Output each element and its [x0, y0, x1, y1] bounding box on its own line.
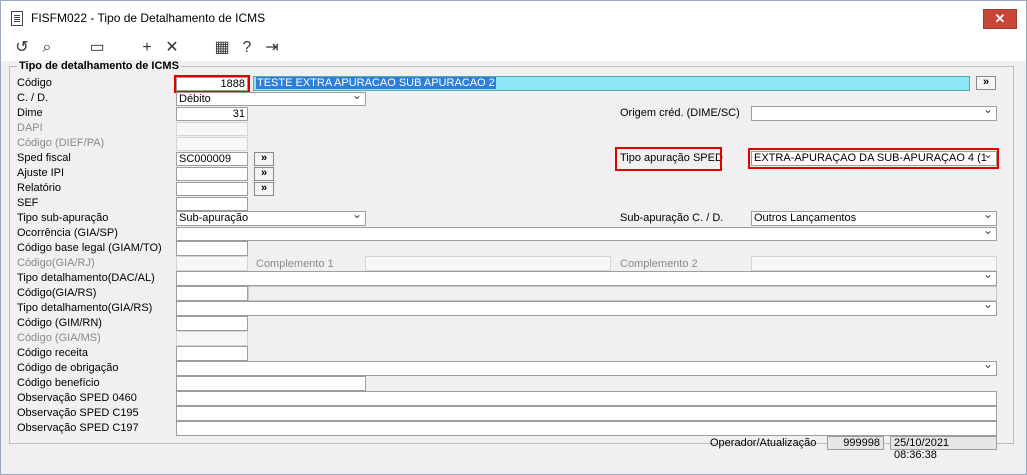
dime-input[interactable]: 31	[176, 107, 248, 121]
dapi-input	[176, 122, 248, 136]
ajuste-ipi-input[interactable]	[176, 167, 248, 181]
label-sub-cd: Sub-apuração C. / D.	[620, 212, 724, 224]
cd-select[interactable]: Débito	[176, 92, 366, 106]
descricao-more-button[interactable]: »	[976, 76, 996, 90]
document-icon	[11, 11, 23, 26]
label-ajuste-ipi: Ajuste IPI	[17, 167, 65, 179]
close-button[interactable]: ✕	[983, 9, 1017, 29]
exit-icon[interactable]: ⇥	[262, 38, 282, 58]
tipo-apuracao-label-highlight	[615, 147, 722, 171]
label-obs-c197: Observação SPED C197	[17, 422, 139, 434]
toolbar: ↺ ⌕ ▭ + ✕ ▦ ? ⇥	[1, 34, 1026, 61]
codigo-giams-input	[176, 331, 248, 346]
save-icon[interactable]: ▭	[87, 38, 107, 58]
label-tipo-sub: Tipo sub-apuração	[17, 212, 109, 224]
details-panel	[9, 66, 1014, 444]
atualizacao-value: 25/10/2021 08:36:38	[890, 436, 997, 461]
codigo-obrigacao-select[interactable]	[176, 361, 997, 376]
codigo-giars-input[interactable]	[176, 286, 248, 301]
codigo-gimrn-input[interactable]	[176, 316, 248, 331]
calendar-icon[interactable]: ▦	[212, 38, 232, 58]
origem-select[interactable]	[751, 106, 997, 121]
title-bar: FISFM022 - Tipo de Detalhamento de ICMS …	[1, 1, 1026, 34]
codigo-beneficio-input[interactable]	[176, 376, 366, 391]
label-codigo-giams: Código (GIA/MS)	[17, 332, 101, 344]
undo-icon[interactable]: ↺	[12, 38, 32, 58]
label-tipo-giars: Tipo detalhamento(GIA/RS)	[17, 302, 153, 314]
obs-c195-input[interactable]	[176, 406, 997, 421]
tipo-apuracao-highlight	[748, 148, 999, 169]
label-complemento1: Complemento 1	[256, 258, 334, 270]
descricao-text: TESTE EXTRA APURACAO SUB APURACAO 2	[256, 77, 496, 89]
label-codigo-gimrn: Código (GIM/RN)	[17, 317, 102, 329]
sef-input[interactable]	[176, 197, 248, 211]
complemento1-input	[365, 256, 611, 271]
label-relatorio: Relatório	[17, 182, 62, 194]
relatorio-more-button[interactable]: »	[254, 182, 274, 196]
ocorrencia-select[interactable]	[176, 227, 997, 241]
search-icon[interactable]: ⌕	[37, 38, 57, 58]
label-origem: Origem créd. (DIME/SC)	[620, 107, 740, 119]
label-sped-fiscal: Sped fiscal	[17, 152, 71, 164]
label-complemento2: Complemento 2	[620, 258, 698, 270]
codigo-base-input[interactable]	[176, 241, 248, 256]
label-ocorrencia: Ocorrência (GIA/SP)	[17, 227, 118, 239]
operador-value: 999998	[827, 436, 884, 450]
label-obs-0460: Observação SPED 0460	[17, 392, 137, 404]
label-codigo-giars: Código(GIA/RS)	[17, 287, 97, 299]
ajuste-ipi-more-button[interactable]: »	[254, 167, 274, 181]
codigo-highlight	[174, 75, 250, 93]
label-dapi: DAPI	[17, 122, 43, 134]
label-codigo-obrigacao: Código de obrigação	[17, 362, 119, 374]
complemento2-input	[751, 256, 997, 271]
label-tipo-dac: Tipo detalhamento(DAC/AL)	[17, 272, 155, 284]
codigo-dief-input	[176, 137, 248, 151]
add-icon[interactable]: +	[137, 38, 157, 58]
section-title: Tipo de detalhamento de ICMS	[17, 60, 181, 72]
delete-icon[interactable]: ✕	[162, 38, 182, 58]
codigo-giars-description	[248, 286, 997, 301]
tipo-sub-select[interactable]: Sub-apuração	[176, 211, 366, 226]
label-operador: Operador/Atualização	[710, 437, 817, 449]
help-icon[interactable]: ?	[237, 38, 257, 58]
label-codigo: Código	[17, 77, 52, 89]
window-title: FISFM022 - Tipo de Detalhamento de ICMS	[31, 11, 266, 25]
label-obs-c195: Observação SPED C195	[17, 407, 139, 419]
obs-c197-input[interactable]	[176, 421, 997, 436]
codigo-receita-input[interactable]	[176, 346, 248, 361]
label-codigo-base: Código base legal (GIAM/TO)	[17, 242, 162, 254]
descricao-input[interactable]: TESTE EXTRA APURACAO SUB APURACAO 2	[253, 76, 970, 91]
label-codigo-dief: Código (DIEF/PA)	[17, 137, 105, 149]
tipo-giars-select[interactable]	[176, 301, 997, 316]
label-codigo-beneficio: Código benefício	[17, 377, 100, 389]
label-codigo-giarj: Código(GIA/RJ)	[17, 257, 95, 269]
obs-0460-input[interactable]	[176, 391, 997, 406]
codigo-giarj-input	[176, 256, 248, 271]
label-cd: C. / D.	[17, 92, 49, 104]
sub-cd-select[interactable]: Outros Lançamentos	[751, 211, 997, 226]
tipo-dac-select[interactable]	[176, 271, 997, 286]
sped-fiscal-more-button[interactable]: »	[254, 152, 274, 166]
relatorio-input[interactable]	[176, 182, 248, 196]
label-dime: Dime	[17, 107, 43, 119]
sped-fiscal-input[interactable]: SC000009	[176, 152, 248, 166]
label-codigo-receita: Código receita	[17, 347, 88, 359]
label-sef: SEF	[17, 197, 39, 209]
